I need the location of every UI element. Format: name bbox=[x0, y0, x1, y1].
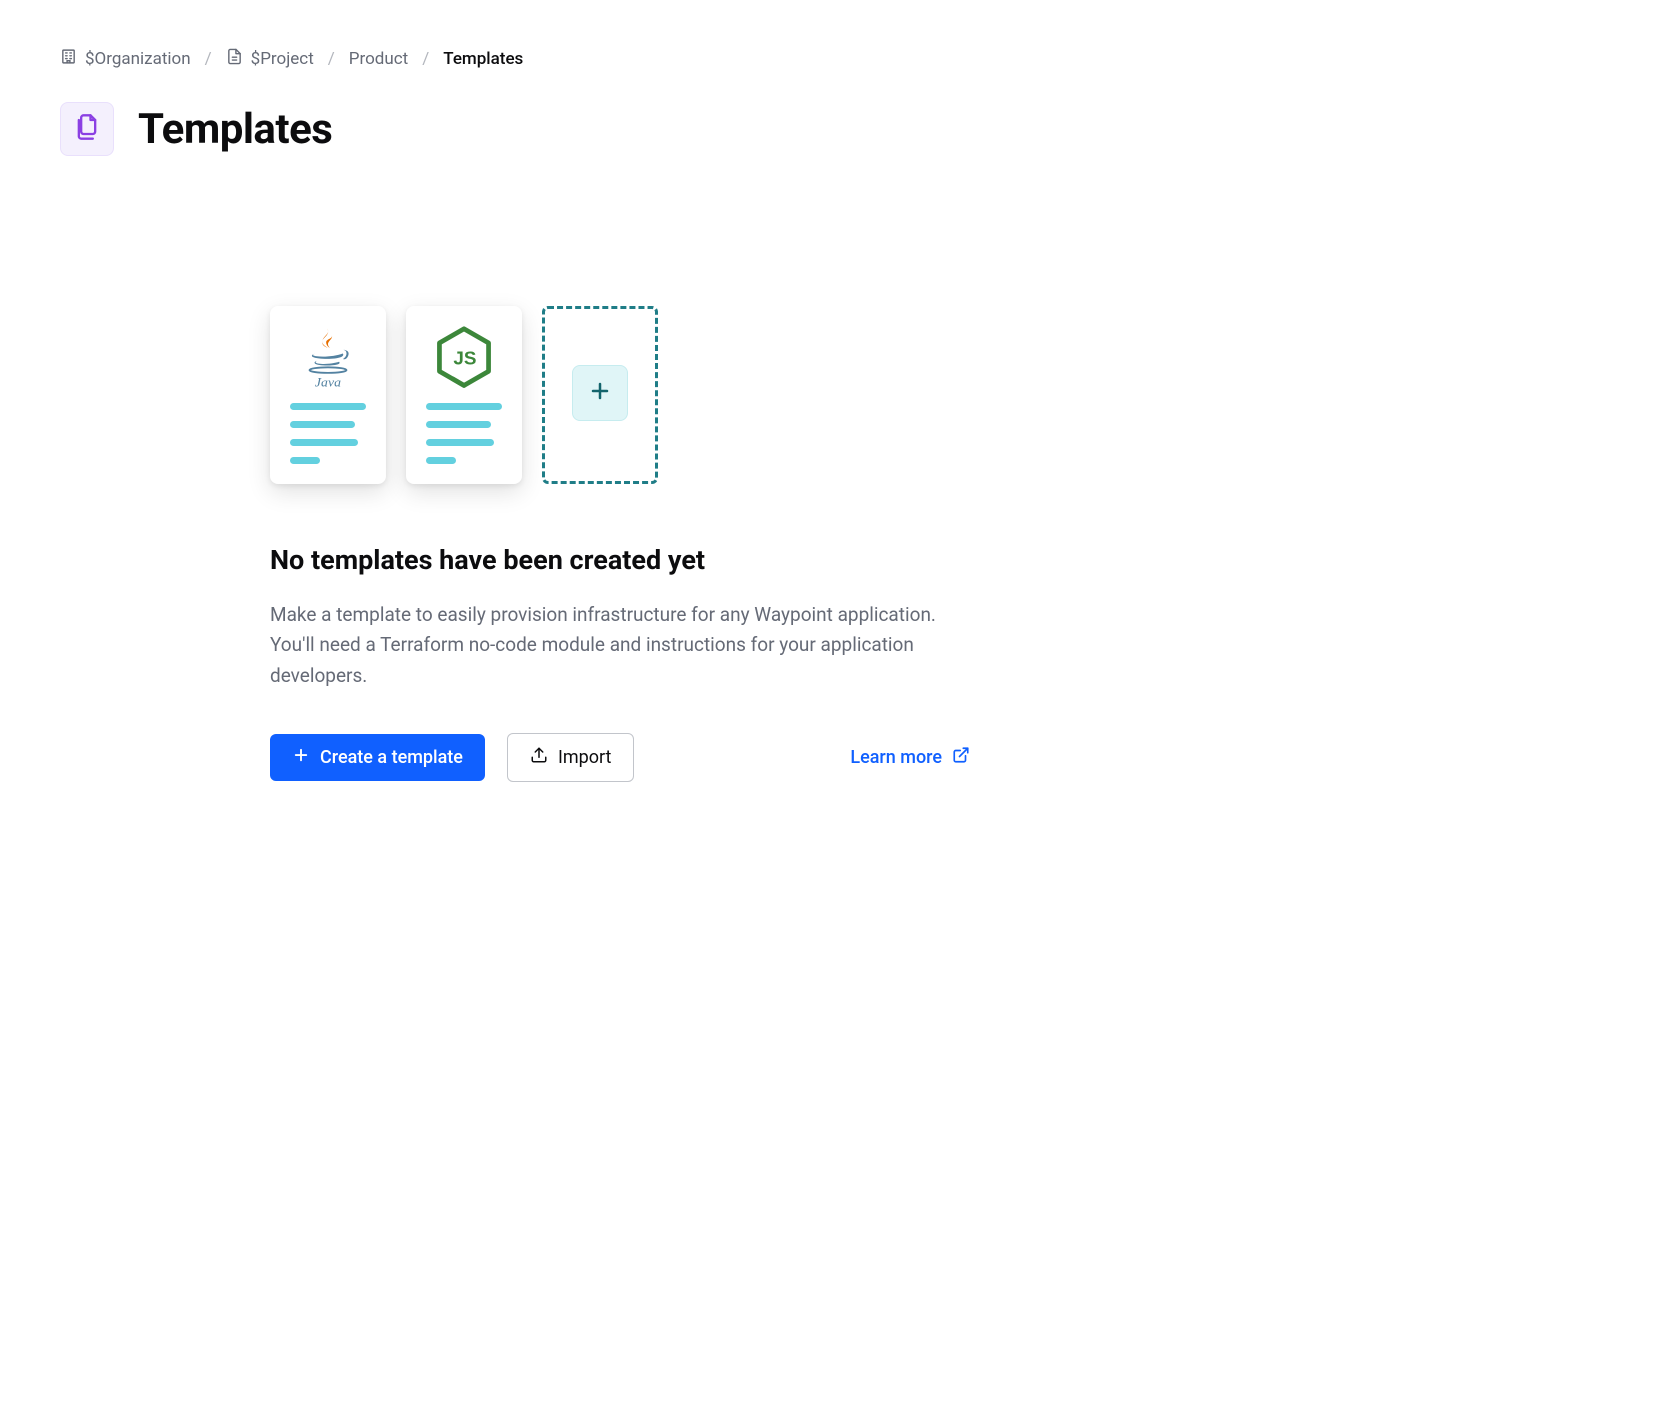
import-label: Import bbox=[558, 747, 611, 768]
breadcrumb-org[interactable]: $Organization bbox=[60, 48, 191, 70]
templates-illustration: Java JS bbox=[270, 306, 970, 484]
card-placeholder-lines bbox=[426, 403, 502, 464]
upload-icon bbox=[530, 746, 548, 769]
breadcrumb-project-label: $Project bbox=[251, 49, 314, 69]
breadcrumb-product-label: Product bbox=[349, 49, 408, 69]
page-title: Templates bbox=[138, 105, 332, 154]
breadcrumb-separator: / bbox=[328, 49, 335, 69]
illustration-card-node: JS bbox=[406, 306, 522, 484]
empty-state-actions: Create a template Import Learn more bbox=[270, 733, 970, 782]
svg-text:JS: JS bbox=[453, 348, 476, 369]
nodejs-logo: JS bbox=[433, 320, 495, 397]
create-template-button[interactable]: Create a template bbox=[270, 734, 485, 781]
breadcrumb-separator: / bbox=[422, 49, 429, 69]
import-button[interactable]: Import bbox=[507, 733, 634, 782]
breadcrumb-product[interactable]: Product bbox=[349, 49, 408, 69]
plus-icon bbox=[292, 746, 310, 769]
empty-state-title: No templates have been created yet bbox=[270, 544, 970, 576]
files-icon bbox=[73, 113, 101, 145]
illustration-add-card bbox=[542, 306, 658, 484]
page-icon-box bbox=[60, 102, 114, 156]
breadcrumb-org-label: $Organization bbox=[85, 49, 191, 69]
svg-text:Java: Java bbox=[315, 375, 341, 390]
file-icon bbox=[226, 48, 243, 70]
learn-more-label: Learn more bbox=[850, 747, 942, 768]
illustration-card-java: Java bbox=[270, 306, 386, 484]
building-icon bbox=[60, 48, 77, 70]
external-link-icon bbox=[952, 746, 970, 769]
page-header: Templates bbox=[60, 102, 1612, 156]
empty-state-description: Make a template to easily provision infr… bbox=[270, 600, 950, 691]
java-logo: Java bbox=[299, 320, 357, 397]
breadcrumb-project[interactable]: $Project bbox=[226, 48, 314, 70]
empty-state: Java JS bbox=[270, 306, 970, 782]
breadcrumb: $Organization / $Project / Product / Tem… bbox=[60, 48, 1612, 70]
card-placeholder-lines bbox=[290, 403, 366, 464]
learn-more-link[interactable]: Learn more bbox=[850, 746, 970, 769]
plus-box bbox=[572, 365, 628, 421]
create-template-label: Create a template bbox=[320, 747, 463, 768]
breadcrumb-separator: / bbox=[205, 49, 212, 69]
plus-icon bbox=[588, 379, 612, 407]
breadcrumb-current: Templates bbox=[443, 49, 523, 69]
